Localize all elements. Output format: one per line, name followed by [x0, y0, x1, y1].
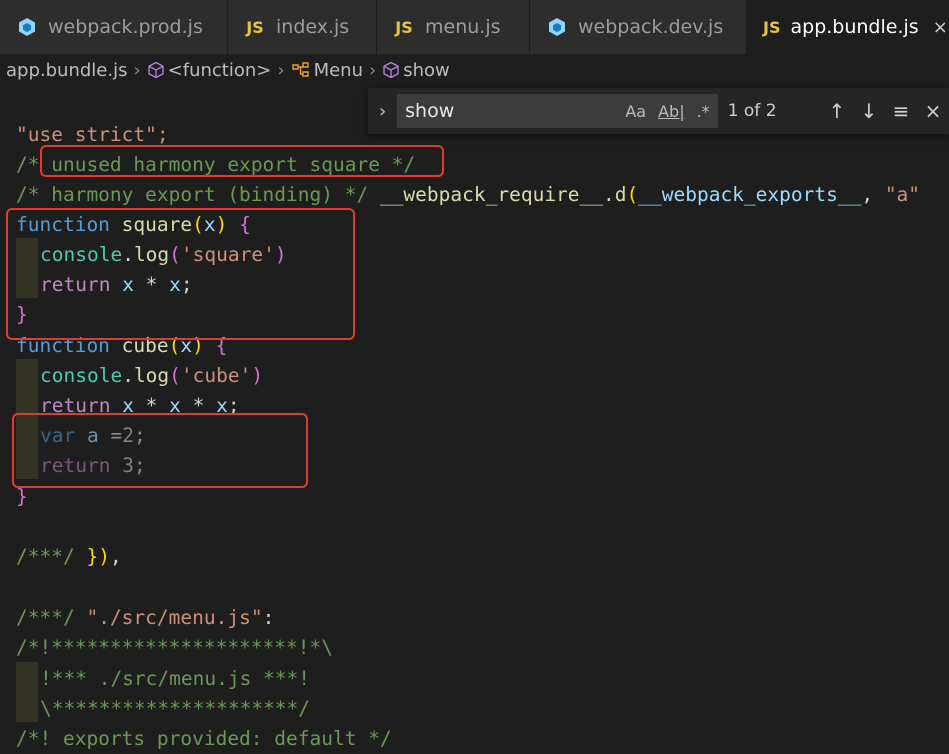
tab-bar: webpack.prod.js JS index.js JS menu.js w…: [0, 0, 949, 54]
js-file-icon: JS: [246, 17, 264, 37]
breadcrumb-menu[interactable]: Menu: [314, 60, 363, 81]
code-line: /*! exports provided: default */: [16, 727, 392, 750]
find-options: Aa Ab| .*: [625, 94, 709, 128]
annotation-box-dead-code: [12, 413, 308, 488]
code-line: /* harmony export (binding) */ __webpack…: [16, 183, 921, 206]
arrow-up-icon[interactable]: ↑: [821, 99, 853, 123]
find-result-count: 1 of 2: [727, 101, 777, 121]
code-editor[interactable]: "use strict"; /* unused harmony export s…: [0, 86, 949, 753]
chevron-right-icon[interactable]: ›: [368, 101, 397, 122]
tab-label: menu.js: [425, 16, 501, 38]
code-line: console.log('cube'): [40, 364, 264, 387]
cube-icon: [147, 61, 165, 79]
find-query: show: [405, 100, 455, 122]
breadcrumb-show[interactable]: show: [403, 60, 450, 81]
tab-app-bundle[interactable]: JS app.bundle.js ×: [747, 0, 949, 54]
tab-webpack-dev[interactable]: webpack.dev.js: [530, 0, 747, 54]
webpack-icon: [546, 17, 568, 37]
tab-webpack-prod[interactable]: webpack.prod.js: [0, 0, 228, 54]
find-input[interactable]: show Aa Ab| .*: [397, 94, 718, 128]
breadcrumb-function[interactable]: <function>: [168, 60, 272, 81]
chevron-right-icon: ›: [368, 59, 377, 81]
find-widget: › show Aa Ab| .* 1 of 2 ↑ ↓ ≡ ×: [368, 88, 949, 134]
webpack-icon: [16, 17, 38, 37]
symbol-class-icon: [291, 61, 311, 79]
breadcrumb: app.bundle.js › <function> › Menu › show: [0, 54, 949, 86]
close-icon[interactable]: ×: [917, 99, 949, 123]
js-file-icon: JS: [395, 17, 413, 37]
chevron-right-icon: ›: [133, 59, 141, 81]
match-case-icon[interactable]: Aa: [625, 102, 646, 121]
tab-index[interactable]: JS index.js: [228, 0, 377, 54]
code-line: /***/ "./src/menu.js":: [16, 606, 275, 629]
whole-word-icon[interactable]: Ab|: [658, 102, 685, 121]
cube-icon: [382, 61, 400, 79]
code-line: \*********************/: [40, 697, 311, 720]
annotation-box-unused-export: [40, 145, 444, 177]
find-in-selection-icon[interactable]: ≡: [885, 99, 917, 123]
tab-label: index.js: [276, 16, 350, 38]
tab-label: app.bundle.js: [790, 16, 919, 38]
chevron-right-icon: ›: [277, 59, 285, 81]
js-file-icon: JS: [763, 17, 781, 37]
code-line: /*!*********************!*\: [16, 636, 333, 659]
indent-guide: [16, 662, 38, 722]
annotation-box-square-function: [6, 208, 355, 340]
regex-icon[interactable]: .*: [697, 102, 710, 121]
tab-menu[interactable]: JS menu.js: [377, 0, 530, 54]
tab-label: webpack.prod.js: [48, 16, 203, 38]
code-line: !*** ./src/menu.js ***!: [40, 667, 311, 690]
code-line: /***/ }),: [16, 545, 122, 568]
arrow-down-icon[interactable]: ↓: [853, 99, 885, 123]
breadcrumb-file[interactable]: app.bundle.js: [6, 60, 127, 81]
close-icon[interactable]: ×: [933, 17, 948, 38]
tab-label: webpack.dev.js: [578, 16, 724, 38]
